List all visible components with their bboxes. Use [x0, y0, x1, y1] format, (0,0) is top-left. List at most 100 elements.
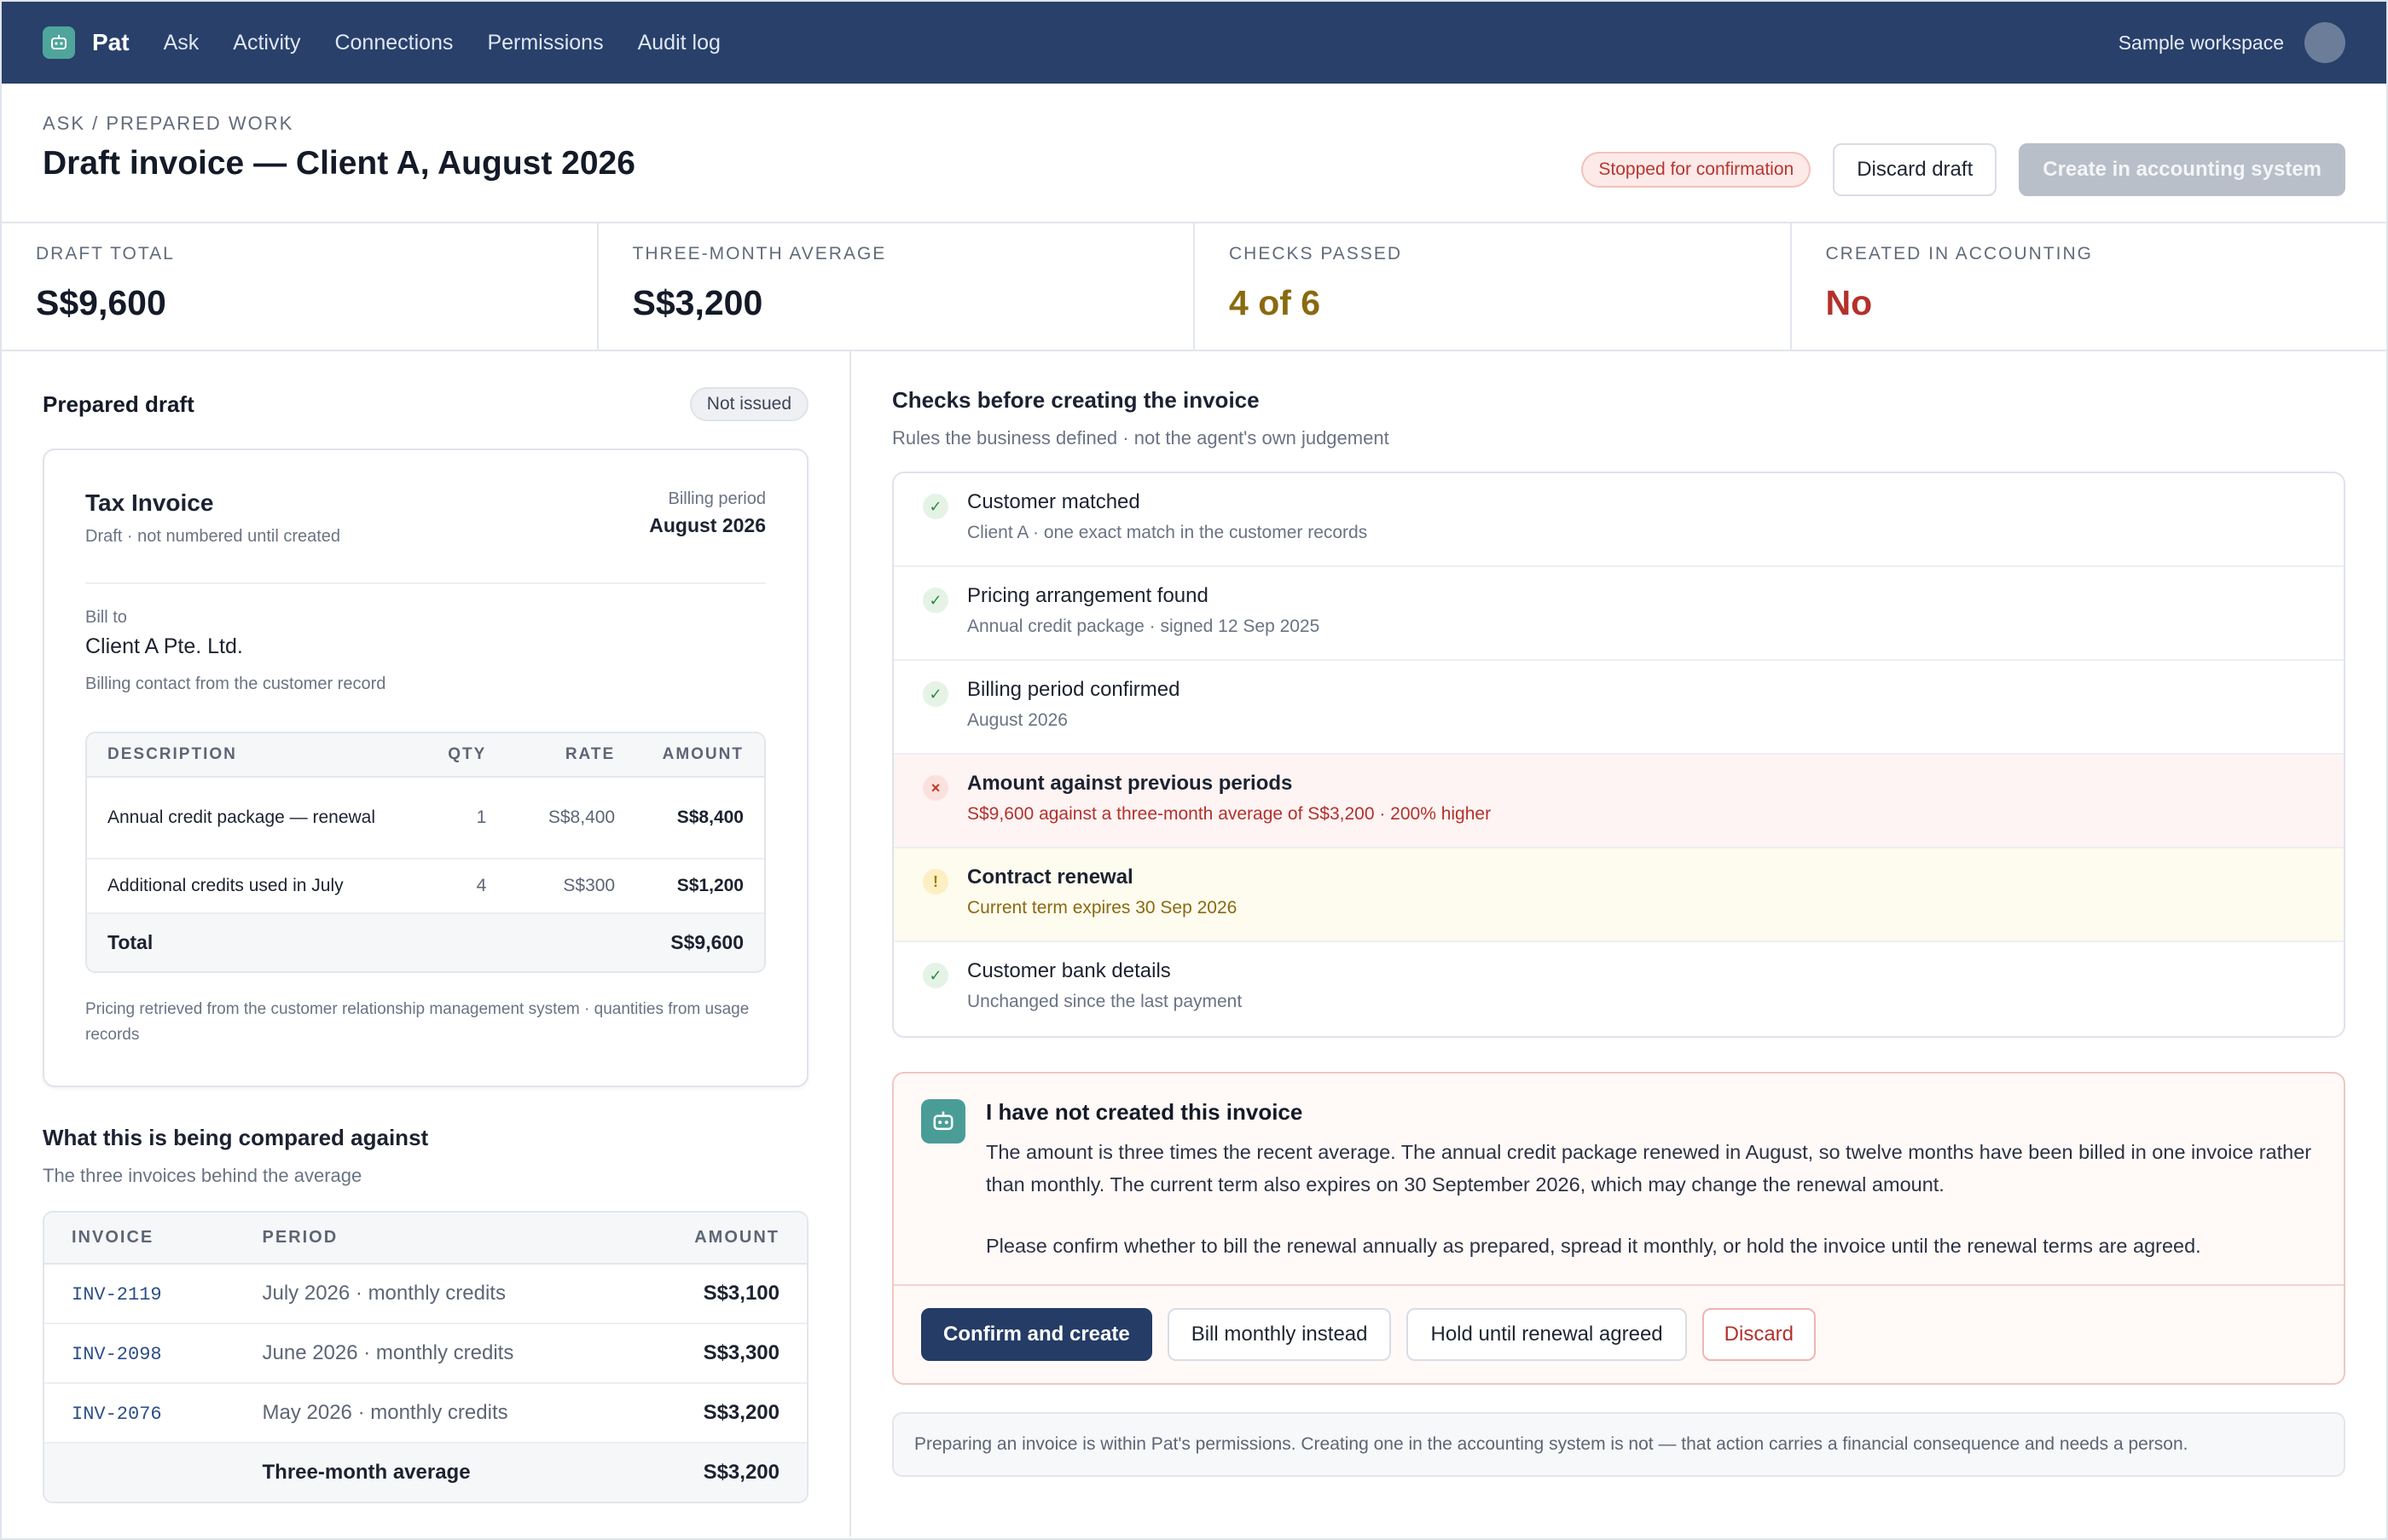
bill-monthly-button[interactable]: Bill monthly instead [1167, 1308, 1392, 1361]
check-title: Billing period confirmed [967, 678, 1180, 701]
top-nav-bar: Pat Ask Activity Connections Permissions… [2, 2, 2386, 84]
robot-logo-icon [43, 26, 75, 59]
bill-to-label: Bill to [85, 608, 127, 627]
stat-label: DRAFT TOTAL [36, 244, 175, 263]
hold-until-renewal-button[interactable]: Hold until renewal agreed [1406, 1308, 1687, 1361]
comparison-subtitle: The three invoices behind the average [43, 1165, 362, 1186]
checks-title: Checks before creating the invoice [892, 387, 1260, 413]
main-content: Prepared draft Not issued Tax Invoice Dr… [2, 351, 2386, 1537]
billing-period-value: August 2026 [649, 514, 766, 536]
check-icon: ✓ [923, 588, 948, 613]
checks-subtitle: Rules the business defined · not the age… [892, 427, 1389, 449]
nav-item-audit-log[interactable]: Audit log [638, 31, 721, 55]
confirm-and-create-button[interactable]: Confirm and create [921, 1308, 1152, 1361]
table-header-row: INVOICE PERIOD AMOUNT [44, 1213, 807, 1265]
line-rate: S$300 [507, 859, 636, 914]
nav-item-activity[interactable]: Activity [233, 31, 300, 55]
column-header-amount: AMOUNT [600, 1213, 807, 1265]
average-row: Three-month average S$3,200 [44, 1442, 807, 1502]
check-icon: ✓ [923, 681, 948, 707]
invoice-period: May 2026 · monthly credits [235, 1383, 601, 1444]
line-rate: S$8,400 [507, 777, 636, 860]
check-item-billing-period: ✓ Billing period confirmed August 2026 [894, 661, 2344, 755]
invoice-amount: S$3,200 [600, 1383, 807, 1444]
page-header: ASK / PREPARED WORK Draft invoice — Clie… [2, 84, 2386, 223]
exclamation-icon: ! [923, 869, 948, 894]
nav-item-permissions[interactable]: Permissions [487, 31, 603, 55]
line-description: Additional credits used in July [87, 859, 426, 914]
stat-value: 4 of 6 [1229, 283, 1321, 322]
line-amount: S$1,200 [635, 859, 764, 914]
total-label: Total [87, 912, 636, 971]
total-row: Total S$9,600 [87, 912, 764, 971]
prepared-draft-header: Prepared draft Not issued [43, 387, 809, 421]
check-title: Amount against previous periods [967, 772, 1293, 795]
invoice-link[interactable]: INV-2119 [72, 1284, 162, 1306]
check-title: Pricing arrangement found [967, 584, 1208, 607]
invoice-amount: S$3,300 [600, 1323, 807, 1384]
create-in-accounting-button[interactable]: Create in accounting system [2019, 143, 2345, 196]
invoice-period: July 2026 · monthly credits [235, 1264, 601, 1324]
discard-draft-button[interactable]: Discard draft [1833, 143, 1997, 196]
check-item-customer-matched: ✓ Customer matched Client A · one exact … [894, 473, 2344, 567]
not-issued-badge: Not issued [689, 387, 809, 421]
stat-label: THREE-MONTH AVERAGE [632, 244, 887, 263]
stat-value: No [1825, 283, 1873, 322]
invoice-link[interactable]: INV-2098 [72, 1344, 162, 1365]
comparison-title: What this is being compared against [43, 1125, 429, 1150]
column-header-description: DESCRIPTION [87, 733, 426, 778]
stat-label: CHECKS PASSED [1229, 244, 1402, 263]
invoice-amount: S$3,100 [600, 1264, 807, 1324]
stat-three-month-average: THREE-MONTH AVERAGE S$3,200 [599, 223, 1195, 350]
column-header-qty: QTY [426, 733, 507, 778]
invoice-period: June 2026 · monthly credits [235, 1323, 601, 1384]
nav-item-ask[interactable]: Ask [164, 31, 200, 55]
stat-draft-total: DRAFT TOTAL S$9,600 [2, 223, 599, 350]
cross-icon: × [923, 775, 948, 801]
brand[interactable]: Pat [43, 26, 130, 59]
check-item-bank-details: ✓ Customer bank details Unchanged since … [894, 942, 2344, 1036]
agent-message: I have not created this invoice The amou… [892, 1072, 2345, 1385]
table-header-row: DESCRIPTION QTY RATE AMOUNT [87, 733, 764, 778]
column-header-amount: AMOUNT [635, 733, 764, 778]
invoice-heading: Tax Invoice Draft · not numbered until c… [85, 489, 766, 584]
stat-checks-passed: CHECKS PASSED 4 of 6 [1195, 223, 1792, 350]
summary-stats: DRAFT TOTAL S$9,600 THREE-MONTH AVERAGE … [2, 223, 2386, 351]
table-row: INV-2119 July 2026 · monthly credits S$3… [44, 1264, 807, 1324]
avatar[interactable] [2304, 22, 2345, 63]
check-title: Contract renewal [967, 866, 1133, 889]
header-actions: Stopped for confirmation Discard draft C… [1581, 143, 2345, 196]
check-detail: Client A · one exact match in the custom… [967, 523, 1368, 542]
table-row: Additional credits used in July 4 S$300 … [87, 859, 764, 914]
check-detail: Unchanged since the last payment [967, 992, 1243, 1011]
agent-message-body: I have not created this invoice The amou… [894, 1074, 2344, 1284]
agent-message-paragraph: The amount is three times the recent ave… [986, 1141, 2312, 1196]
bill-to-note: Billing contact from the customer record [85, 674, 386, 693]
brand-name: Pat [92, 29, 130, 55]
check-detail: S$9,600 against a three-month average of… [967, 804, 1492, 824]
comparison-table: INVOICE PERIOD AMOUNT INV-2119 July 2026… [43, 1211, 809, 1503]
line-amount: S$8,400 [635, 777, 764, 860]
agent-actions: Confirm and create Bill monthly instead … [894, 1284, 2344, 1383]
stat-label: CREATED IN ACCOUNTING [1825, 244, 2093, 263]
invoice-link[interactable]: INV-2076 [72, 1404, 162, 1425]
check-detail: August 2026 [967, 710, 1068, 730]
table-row: Annual credit package — renewal 1 S$8,40… [87, 777, 764, 860]
check-item-amount-vs-previous: × Amount against previous periods S$9,60… [894, 755, 2344, 848]
line-qty: 4 [426, 859, 507, 914]
bill-to-name: Client A Pte. Ltd. [85, 634, 243, 658]
status-badge: Stopped for confirmation [1581, 152, 1811, 188]
stat-created-in-accounting: CREATED IN ACCOUNTING No [1792, 223, 2387, 350]
check-detail: Current term expires 30 Sep 2026 [967, 898, 1237, 918]
breadcrumb[interactable]: ASK / PREPARED WORK [43, 113, 293, 135]
discard-button[interactable]: Discard [1701, 1308, 1817, 1361]
check-detail: Annual credit package · signed 12 Sep 20… [967, 617, 1320, 636]
nav-item-connections[interactable]: Connections [334, 31, 453, 55]
invoice-footnote: Pricing retrieved from the customer rela… [85, 1000, 750, 1044]
right-panel: Checks before creating the invoice Rules… [851, 351, 2386, 1537]
table-row: INV-2076 May 2026 · monthly credits S$3,… [44, 1383, 807, 1444]
average-spacer [44, 1442, 235, 1502]
check-title: Customer bank details [967, 959, 1171, 982]
workspace-switcher[interactable]: Sample workspace [2118, 22, 2345, 63]
invoice-subtitle: Draft · not numbered until created [85, 527, 341, 546]
